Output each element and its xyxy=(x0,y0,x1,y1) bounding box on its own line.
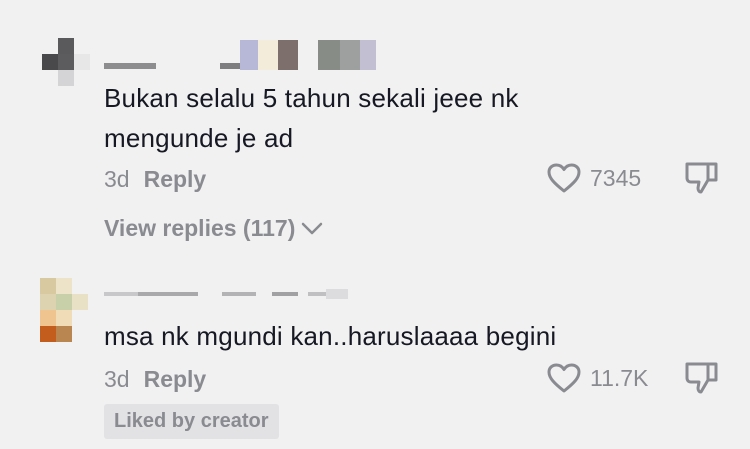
like-button[interactable]: 11.7K xyxy=(546,362,648,394)
comment-text: Bukan selalu 5 tahun sekali jeee nk meng… xyxy=(104,83,519,153)
comment-meta: 3d Reply xyxy=(104,366,206,393)
avatar[interactable] xyxy=(42,38,90,102)
comment-time: 3d xyxy=(104,366,130,392)
comment-text: msa nk mgundi kan..haruslaaaa begini xyxy=(104,321,557,351)
username[interactable] xyxy=(104,284,348,304)
like-button[interactable]: 7345 xyxy=(546,162,641,194)
like-count: 11.7K xyxy=(590,364,649,391)
thumbs-down-icon xyxy=(685,362,718,394)
like-count: 7345 xyxy=(590,164,642,191)
chevron-down-icon xyxy=(302,222,323,234)
comment-meta: 3d Reply xyxy=(104,166,206,193)
username[interactable] xyxy=(104,38,376,72)
view-replies-label: View replies (117) xyxy=(104,215,296,241)
heart-outline-icon xyxy=(547,363,581,393)
reply-button[interactable]: Reply xyxy=(144,366,207,392)
dislike-button[interactable] xyxy=(684,160,720,201)
avatar[interactable] xyxy=(40,278,88,342)
heart-outline-icon xyxy=(547,163,581,193)
thumbs-down-icon xyxy=(685,162,718,194)
reply-button[interactable]: Reply xyxy=(144,166,207,192)
view-replies-button[interactable]: View replies (117) xyxy=(104,215,323,242)
liked-by-creator-badge: Liked by creator xyxy=(104,404,279,439)
dislike-button[interactable] xyxy=(684,360,720,401)
comment-time: 3d xyxy=(104,166,130,192)
